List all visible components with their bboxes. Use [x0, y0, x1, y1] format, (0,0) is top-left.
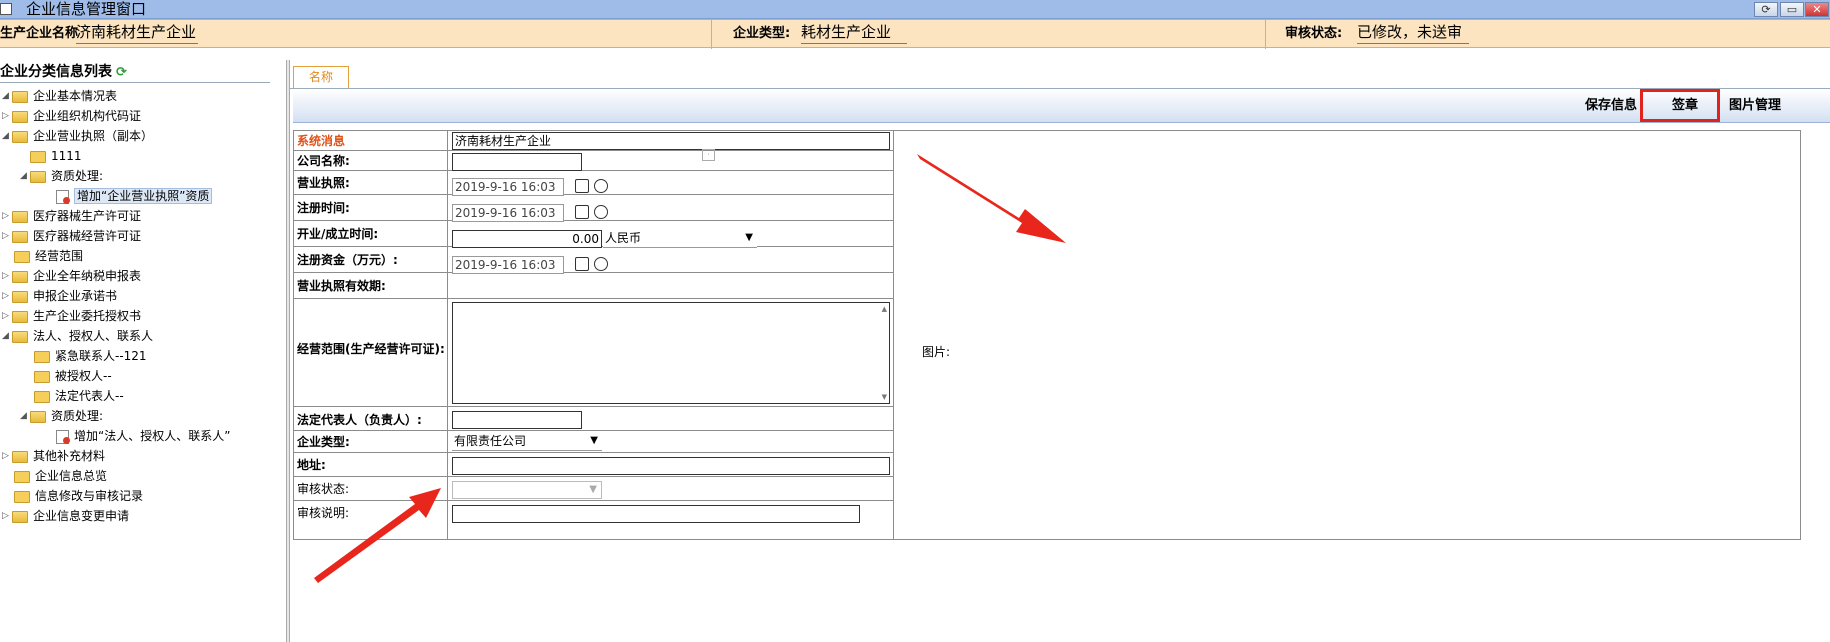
annotation-arrows — [314, 154, 1066, 583]
annotation-arrow — [917, 154, 1066, 243]
annotation-arrow — [314, 488, 441, 583]
